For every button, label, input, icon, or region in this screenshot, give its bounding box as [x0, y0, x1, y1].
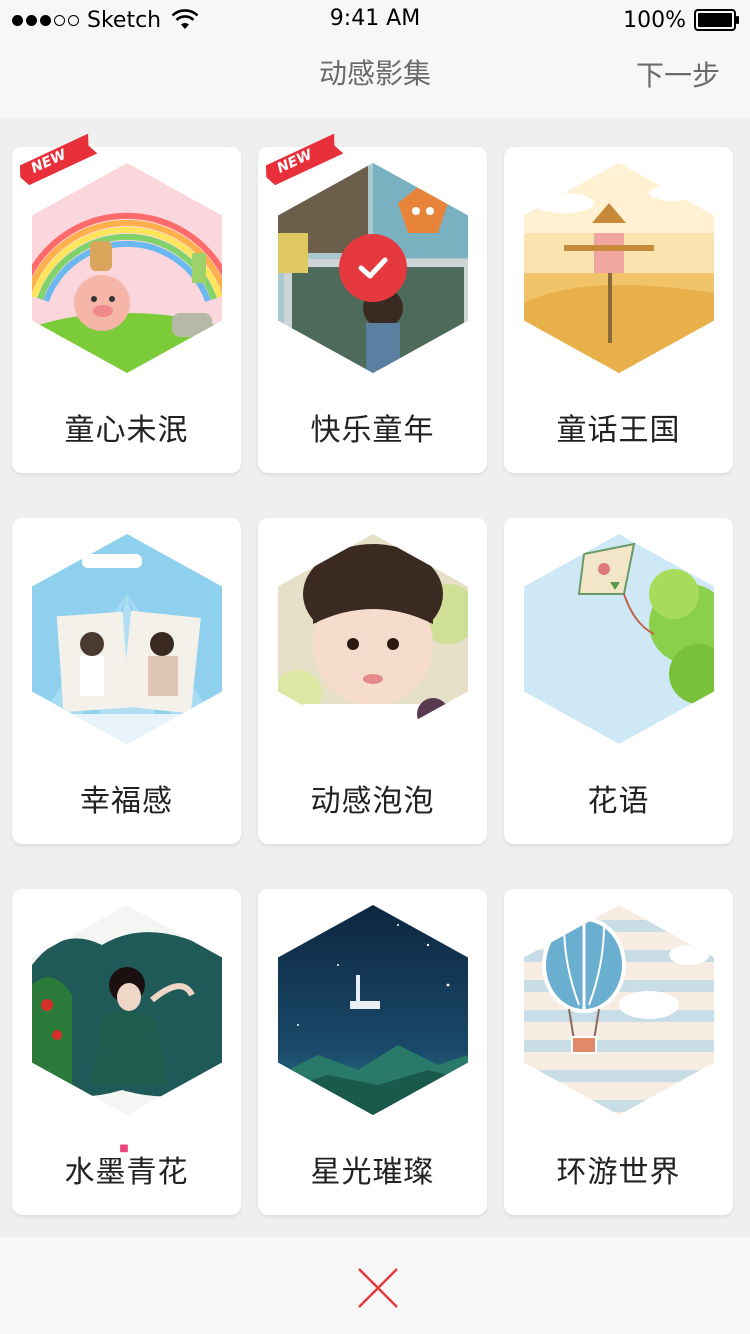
template-card[interactable]: 童话王国	[504, 147, 733, 473]
template-thumbnail	[278, 905, 468, 1115]
template-name: 花语	[587, 784, 650, 819]
template-thumbnail	[524, 905, 714, 1115]
template-name: 星光璀璨	[310, 1155, 435, 1190]
check-icon	[358, 257, 388, 279]
template-thumbnail	[278, 534, 468, 744]
next-step-button[interactable]: 下一步	[636, 54, 720, 94]
template-thumbnail	[32, 534, 222, 744]
battery-percent: 100%	[623, 7, 686, 33]
template-card[interactable]: 幸福感	[12, 518, 241, 844]
status-right: 100%	[623, 6, 740, 34]
template-card[interactable]: NEW 童心未泯	[12, 147, 241, 473]
template-name: 环游世界	[556, 1155, 681, 1190]
selected-check-badge	[339, 234, 407, 302]
template-grid: NEW 童心未泯 NEW 快乐童年 童话王国 幸福感 动感泡泡 花语 ■ 水墨青…	[12, 147, 733, 1215]
nav-bar: 动感影集 下一步	[0, 40, 750, 118]
template-thumbnail	[524, 534, 714, 744]
template-name: 动感泡泡	[310, 784, 435, 819]
template-thumbnail	[32, 163, 222, 373]
template-card[interactable]: ■ 水墨青花	[12, 889, 241, 1215]
template-name: 幸福感	[80, 784, 173, 819]
template-name: 童心未泯	[64, 413, 189, 448]
status-bar: Sketch 9:41 AM 100%	[0, 0, 750, 40]
template-name: 水墨青花	[64, 1155, 189, 1190]
template-name: 童话王国	[556, 413, 681, 448]
template-card[interactable]: 花语	[504, 518, 733, 844]
template-thumbnail	[32, 905, 222, 1115]
template-thumbnail	[524, 163, 714, 373]
template-card[interactable]: 环游世界	[504, 889, 733, 1215]
battery-icon	[694, 9, 739, 31]
template-name: 快乐童年	[310, 413, 435, 448]
bottom-bar	[0, 1237, 750, 1334]
template-card[interactable]: 动感泡泡	[258, 518, 487, 844]
template-card[interactable]: 星光璀璨	[258, 889, 487, 1215]
template-card[interactable]: NEW 快乐童年	[258, 147, 487, 473]
new-badge: NEW	[254, 117, 343, 187]
new-badge: NEW	[8, 117, 97, 187]
close-icon[interactable]	[353, 1263, 403, 1313]
